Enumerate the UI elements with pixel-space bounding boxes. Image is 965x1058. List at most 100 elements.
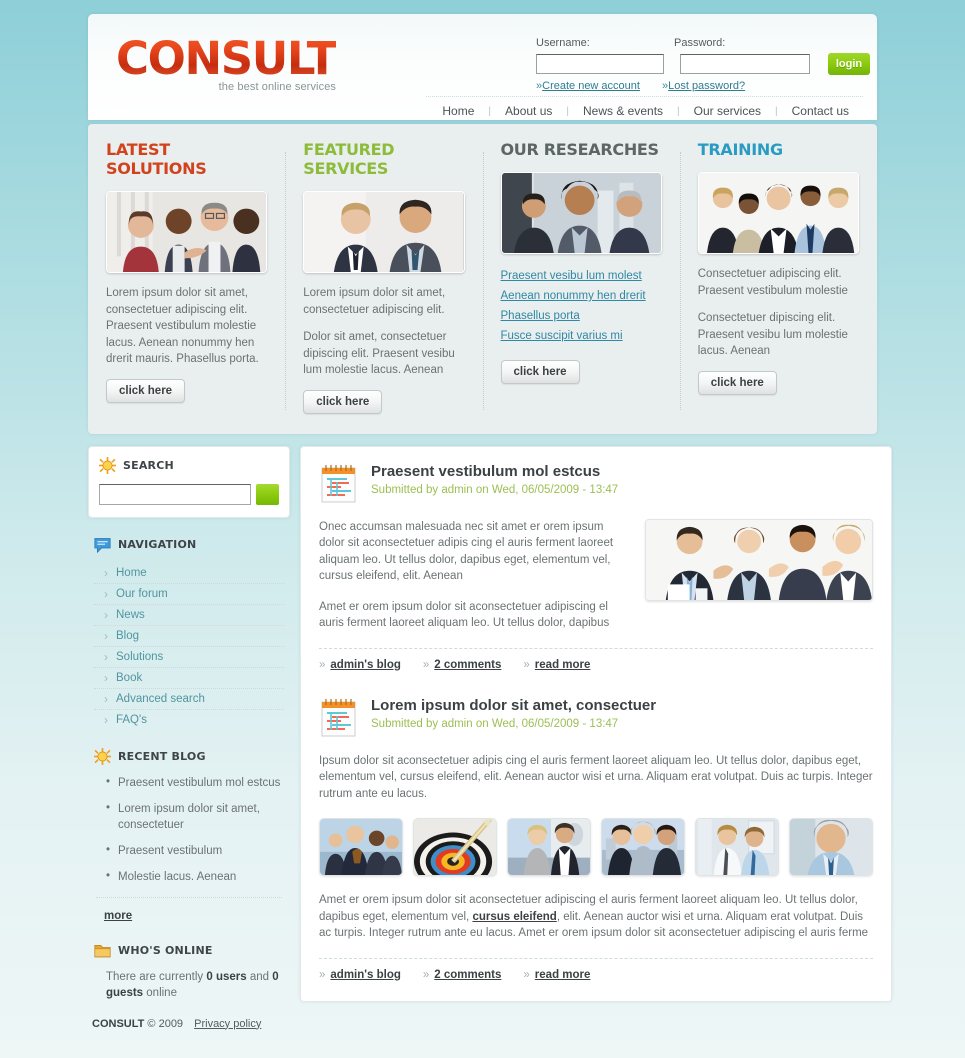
comments-link[interactable]: 2 comments bbox=[434, 969, 501, 981]
business-group-trophy-thumb[interactable] bbox=[319, 818, 403, 876]
post-links: » admin's blog » 2 comments » read more bbox=[319, 659, 873, 671]
privacy-policy-link[interactable]: Privacy policy bbox=[194, 1018, 261, 1030]
post-link-wrap: » 2 comments bbox=[423, 659, 502, 671]
list-item: Home bbox=[94, 563, 284, 584]
page-container: CONSULT the best online services Usernam… bbox=[0, 14, 965, 1030]
create-account-link[interactable]: Create new account bbox=[542, 80, 640, 92]
nav-separator bbox=[426, 96, 863, 97]
search-input[interactable] bbox=[99, 483, 251, 505]
post-meta: Submitted by admin on Wed, 06/05/2009 - … bbox=[371, 483, 619, 496]
link-prefix: » bbox=[422, 658, 430, 671]
calendar-notepad-icon bbox=[321, 464, 356, 502]
navigation-heading-label: NAVIGATION bbox=[118, 537, 197, 551]
three-colleagues-thumb[interactable] bbox=[601, 818, 685, 876]
nav-item-about-us[interactable]: About us bbox=[491, 104, 566, 118]
sidebar-item-blog[interactable]: Blog bbox=[94, 626, 284, 646]
blog-post-1: Praesent vestibulum mol estcus Submitted… bbox=[319, 463, 873, 671]
sidebar-item-solutions[interactable]: Solutions bbox=[94, 647, 284, 667]
nav-item-news-events[interactable]: News & events bbox=[569, 104, 677, 118]
sidebar-item-advanced-search[interactable]: Advanced search bbox=[94, 689, 284, 709]
feature-paragraph: Lorem ipsum dolor sit amet, consectetuer… bbox=[106, 287, 259, 365]
cursus-eleifend-link[interactable]: cursus eleifend bbox=[472, 911, 556, 923]
sidebar-item-news[interactable]: News bbox=[94, 605, 284, 625]
feature-column-latest-solutions: LATEST SOLUTIONS Lorem ipsum dolor sit a… bbox=[88, 140, 285, 414]
main-navigation: Home | About us | News & events | Our se… bbox=[428, 104, 863, 118]
post-title[interactable]: Praesent vestibulum mol estcus bbox=[371, 463, 618, 481]
research-link-3[interactable]: Phasellus porta bbox=[501, 306, 662, 326]
sidebar: SEARCH NAVIGATION Home bbox=[88, 445, 290, 1001]
logo[interactable]: CONSULT the best online services bbox=[116, 34, 337, 94]
footer-copyright: © 2009 bbox=[147, 1017, 184, 1030]
nav-item-contact-us[interactable]: Contact us bbox=[778, 104, 863, 118]
password-input[interactable] bbox=[680, 54, 810, 74]
recent-blog-list: Praesent vestibulum mol estcus Lorem ips… bbox=[94, 774, 284, 885]
list-item[interactable]: Molestie lacus. Aenean bbox=[106, 868, 284, 885]
list-item: Book bbox=[94, 668, 284, 689]
click-here-button[interactable]: click here bbox=[303, 389, 383, 414]
list-item: Advanced search bbox=[94, 689, 284, 710]
post-link-wrap: » admin's blog bbox=[319, 969, 401, 981]
admins-blog-link[interactable]: admin's blog bbox=[330, 969, 400, 981]
post-paragraph: Ipsum dolor sit aconsectetuer adipis cin… bbox=[319, 754, 873, 800]
couple-airplane-thumb[interactable] bbox=[507, 818, 591, 876]
list-item: Our forum bbox=[94, 584, 284, 605]
read-more-link[interactable]: read more bbox=[535, 969, 591, 981]
research-link-4[interactable]: Fusce suscipit varius mi bbox=[501, 326, 662, 346]
username-input[interactable] bbox=[536, 54, 664, 74]
click-here-button[interactable]: click here bbox=[106, 378, 186, 403]
click-here-button[interactable]: click here bbox=[500, 360, 580, 384]
post-body-secondary: Amet er orem ipsum dolor sit aconsectetu… bbox=[319, 892, 873, 942]
post-link-wrap: » 2 comments bbox=[423, 969, 502, 981]
divider bbox=[96, 896, 282, 898]
more-link[interactable]: more bbox=[104, 910, 132, 922]
content-area: SEARCH NAVIGATION Home bbox=[88, 445, 892, 1002]
two-men-talking-thumb[interactable] bbox=[695, 818, 779, 876]
dartboard-target-thumb[interactable] bbox=[413, 818, 497, 876]
nav-item-our-services[interactable]: Our services bbox=[680, 104, 775, 118]
sidebar-item-our-forum[interactable]: Our forum bbox=[94, 584, 284, 604]
read-more-link[interactable]: read more bbox=[535, 659, 591, 671]
post-link-wrap: » read more bbox=[523, 659, 590, 671]
list-item: Solutions bbox=[94, 647, 284, 668]
admins-blog-link[interactable]: admin's blog bbox=[330, 659, 400, 671]
business-meeting-photo bbox=[106, 191, 268, 273]
online-text-middle: and bbox=[246, 970, 273, 983]
calendar-notepad-icon bbox=[321, 698, 356, 736]
list-item[interactable]: Lorem ipsum dolor sit amet, consectetuer bbox=[106, 800, 284, 833]
sidebar-item-home[interactable]: Home bbox=[94, 563, 284, 583]
post-header: Praesent vestibulum mol estcus Submitted… bbox=[319, 463, 873, 505]
recent-blog-panel: RECENT BLOG Praesent vestibulum mol estc… bbox=[88, 747, 290, 924]
list-item[interactable]: Praesent vestibulum mol estcus bbox=[106, 774, 284, 791]
click-here-button[interactable]: click here bbox=[697, 370, 777, 395]
whos-online-heading-label: WHO'S ONLINE bbox=[118, 943, 213, 957]
sidebar-nav-list: Home Our forum News Blog Solutions Book … bbox=[94, 563, 284, 730]
comments-link[interactable]: 2 comments bbox=[434, 659, 501, 671]
link-prefix: » bbox=[319, 968, 326, 981]
research-link-1[interactable]: Praesent vesibu lum molest bbox=[501, 266, 662, 286]
thumbnail-gallery bbox=[319, 818, 873, 876]
post-title[interactable]: Lorem ipsum dolor sit amet, consectuer bbox=[371, 697, 656, 715]
feature-columns: LATEST SOLUTIONS Lorem ipsum dolor sit a… bbox=[88, 124, 877, 434]
search-submit-button[interactable] bbox=[256, 483, 279, 505]
speech-bubble-icon bbox=[94, 537, 111, 553]
feature-title: FEATURED SERVICES bbox=[303, 140, 395, 178]
search-panel: SEARCH bbox=[88, 445, 290, 518]
list-item: News bbox=[94, 605, 284, 626]
post-meta: Submitted by admin on Wed, 06/05/2009 - … bbox=[371, 717, 619, 730]
post-paragraph: Amet er orem ipsum dolor sit aconsectetu… bbox=[319, 892, 873, 942]
site-footer: CONSULT © 2009 Privacy policy bbox=[88, 1002, 877, 1030]
link-prefix: » bbox=[523, 968, 530, 981]
post-header-text: Praesent vestibulum mol estcus Submitted… bbox=[371, 463, 618, 496]
link-prefix: » bbox=[319, 658, 326, 671]
sidebar-item-book[interactable]: Book bbox=[94, 668, 284, 688]
login-button[interactable]: login bbox=[828, 53, 870, 75]
sidebar-item-faqs[interactable]: FAQ's bbox=[94, 710, 284, 730]
lost-password-link[interactable]: Lost password? bbox=[668, 80, 745, 92]
research-link-2[interactable]: Aenean nonummy hen drerit bbox=[501, 286, 662, 306]
sun-icon bbox=[94, 747, 111, 765]
businessman-portrait-thumb[interactable] bbox=[789, 818, 873, 876]
list-item[interactable]: Praesent vestibulum bbox=[106, 842, 284, 859]
nav-item-home[interactable]: Home bbox=[428, 104, 488, 118]
feature-paragraph: Consectetuer adipiscing elit. Praesent v… bbox=[697, 268, 848, 297]
list-item: Blog bbox=[94, 626, 284, 647]
